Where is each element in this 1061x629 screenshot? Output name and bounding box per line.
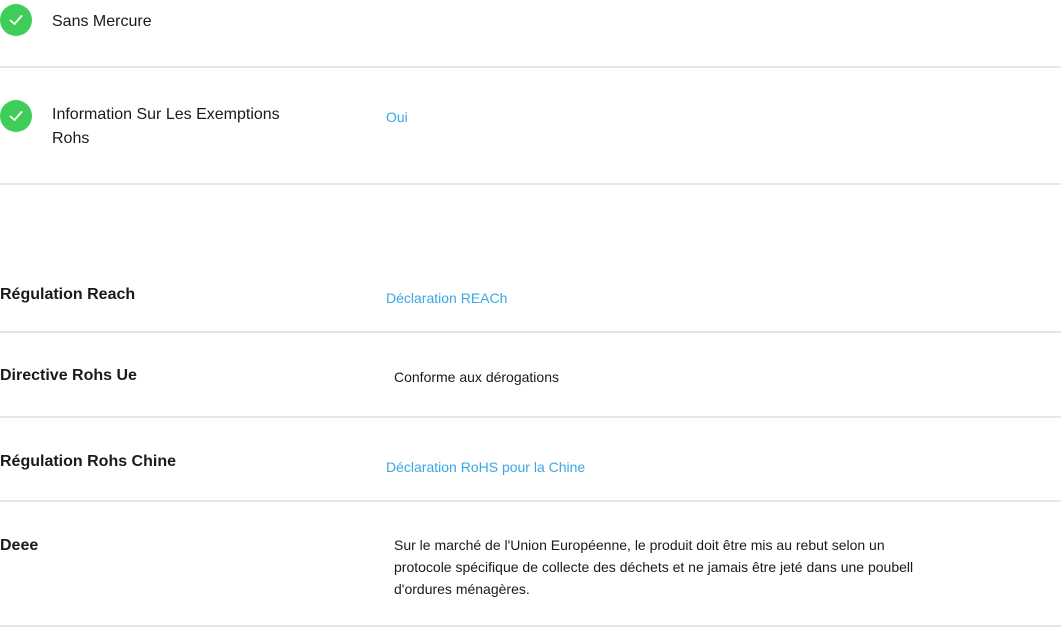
- reach-declaration-link[interactable]: Déclaration REACh: [386, 288, 507, 308]
- spec-value-line: protocole spécifique de collecte des déc…: [394, 559, 914, 575]
- env-label-multiline: Information Sur Les Exemptions Rohs: [52, 103, 280, 151]
- divider: [0, 183, 1061, 185]
- check-circle-icon: [0, 4, 32, 36]
- spec-value-line: d'ordures ménagères.: [394, 581, 530, 597]
- spec-label: Deee: [0, 537, 39, 554]
- divider: [0, 66, 1061, 68]
- spec-value: Conforme aux dérogations: [394, 369, 559, 385]
- divider: [0, 625, 1061, 627]
- spec-label: Régulation Rohs Chine: [0, 453, 176, 470]
- spec-value-multiline: Sur le marché de l'Union Européenne, le …: [394, 534, 913, 600]
- spec-value-line: Sur le marché de l'Union Européenne, le …: [394, 537, 885, 553]
- env-label: Sans Mercure: [52, 13, 152, 30]
- env-label-line: Rohs: [52, 130, 90, 147]
- check-circle-icon: [0, 100, 32, 132]
- divider: [0, 416, 1061, 418]
- rohs-exemptions-link[interactable]: Oui: [386, 107, 408, 127]
- spec-label: Régulation Reach: [0, 286, 136, 303]
- env-label-line: Information Sur Les Exemptions: [52, 106, 280, 123]
- spec-label: Directive Rohs Ue: [0, 367, 137, 384]
- divider: [0, 500, 1061, 502]
- divider: [0, 331, 1061, 333]
- china-rohs-declaration-link[interactable]: Déclaration RoHS pour la Chine: [386, 457, 585, 477]
